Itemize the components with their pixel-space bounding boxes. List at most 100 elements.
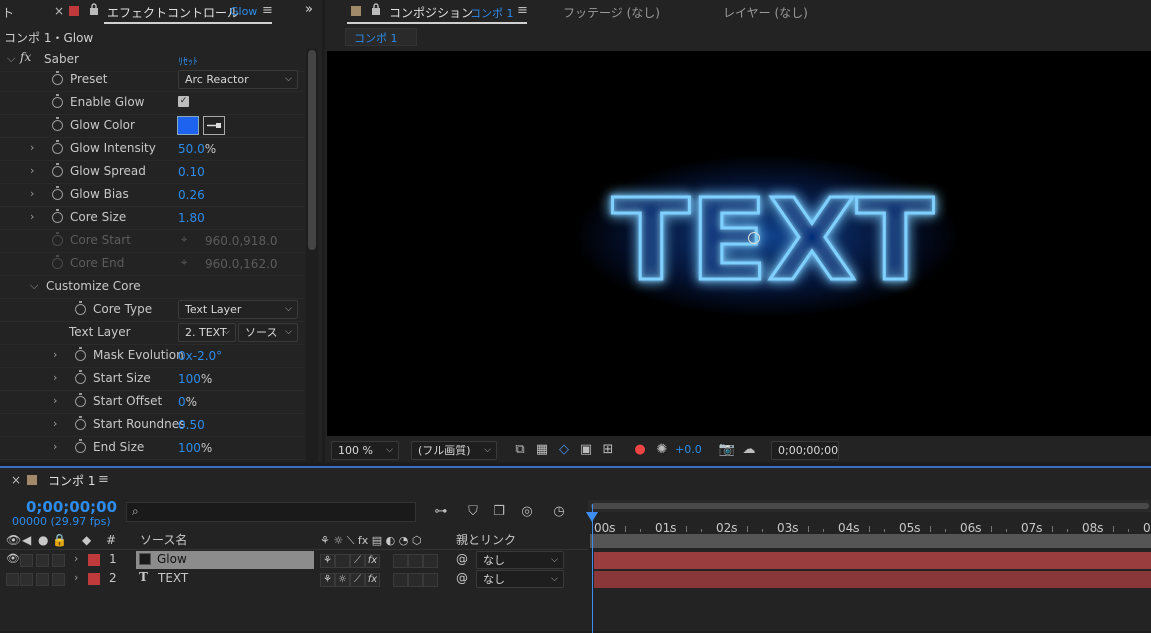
stopwatch-icon[interactable] [75,370,86,384]
stopwatch-icon[interactable] [52,186,63,200]
lock-toggle[interactable] [52,573,65,586]
timeline-tab-title[interactable]: コンポ 1 [48,472,95,489]
value-number[interactable]: 0x-2.0 [178,349,216,363]
visibility-toggle[interactable] [6,573,19,586]
parent-dropdown[interactable]: なし ⌵ [476,570,564,588]
chevron-right-icon[interactable]: › [74,552,78,565]
chevron-right-icon[interactable]: › [53,348,57,361]
layer-name-box[interactable]: Glow [136,551,314,569]
composition-viewer[interactable]: TEXT [327,51,1151,436]
zoom-dropdown[interactable]: 100 % ⌵ [331,441,399,460]
draft-3d-icon[interactable]: ⛉ [464,503,482,521]
anchor-point-icon[interactable] [748,232,760,244]
reset-link[interactable]: ﾘｾｯﾄ [178,53,198,68]
layer-tab[interactable]: レイヤー (なし) [723,4,808,21]
exposure-value[interactable]: +0.0 [675,443,702,456]
chevron-right-icon[interactable]: › [30,210,34,223]
stopwatch-icon[interactable] [52,163,63,177]
text-layer-dropdown[interactable]: 2. TEXT ⌵ [178,323,236,342]
lock-icon[interactable] [89,3,99,15]
layer-bar-1[interactable] [594,552,1151,569]
stopwatch-icon[interactable] [52,117,63,131]
chevron-right-icon[interactable]: › [53,417,57,430]
lock-toggle[interactable] [52,554,65,567]
lock-icon[interactable]: 🔒 [52,531,67,550]
lock-icon[interactable] [371,3,381,19]
chevron-right-icon[interactable]: › [74,571,78,584]
frame-blend-switch[interactable] [393,554,408,568]
effects-switch[interactable]: fx [365,573,380,587]
layer-label-color[interactable] [88,554,100,566]
stopwatch-icon[interactable] [75,416,86,430]
eyedropper-icon[interactable] [203,116,225,135]
eye-icon[interactable]: 👁 [6,531,21,550]
show-snapshot-icon[interactable]: ☁ [740,441,758,459]
core-size-value[interactable]: 1.80 [178,211,205,225]
adjustment-switch[interactable] [423,554,438,568]
core-type-dropdown[interactable]: Text Layer ⌵ [178,300,298,319]
shy-switch[interactable]: ⚘ [320,554,335,568]
mask-path-icon[interactable]: ◇ [555,441,573,459]
stopwatch-icon[interactable] [75,393,86,407]
value-number[interactable]: 0 [178,395,186,409]
motion-blur-icon[interactable]: ◷ [550,503,568,521]
work-area-strip[interactable] [590,534,1151,548]
glow-spread-value[interactable]: 0.10 [178,165,205,179]
resolution-dropdown[interactable]: (フル画質) ⌵ [411,441,497,460]
prev-tab-fragment[interactable]: ト [2,4,14,21]
close-icon[interactable]: × [11,473,21,487]
adjustment-switch[interactable] [423,573,438,587]
start-roundness-value[interactable]: 0.50 [178,418,205,432]
start-offset-value[interactable]: 0% [178,395,197,409]
solo-toggle[interactable] [36,554,49,567]
stopwatch-icon[interactable] [52,140,63,154]
stopwatch-icon[interactable] [52,94,63,108]
time-ruler[interactable]: 00s 01s 02s 03s 04s 05s 06s 07s 08s 09s [588,512,1151,535]
layer-row-1[interactable]: 👁 › 1 Glow ⚘ ⟋ fx @ なし ⌵ [0,551,588,569]
chevron-right-icon[interactable]: › [53,440,57,453]
region-of-interest-icon[interactable]: ▣ [577,441,595,459]
audio-toggle[interactable] [20,554,33,567]
motion-blur-switch[interactable] [408,554,423,568]
glow-bias-value[interactable]: 0.26 [178,188,205,202]
shy-switch[interactable]: ⚘ [320,573,335,587]
fast-previews-icon[interactable]: ⧉ [511,441,529,459]
layer-bar-2[interactable] [594,571,1151,588]
quality-switch[interactable]: ⟋ [350,554,365,568]
panel-menu-icon[interactable]: ≡ [98,472,109,487]
pickwhip-icon[interactable]: @ [456,552,468,566]
comp-subtab[interactable]: コンポ 1 [345,28,417,46]
effects-switch[interactable]: fx [365,554,380,568]
value-number[interactable]: 100 [178,372,201,386]
frame-blend-switch[interactable] [393,573,408,587]
collapse-switch[interactable] [335,554,350,568]
visibility-eye-icon[interactable]: 👁 [6,552,20,565]
stopwatch-icon[interactable] [75,301,86,315]
layer-row-2[interactable]: › 2 T TEXT ⚘ ☼ ⟋ fx @ なし ⌵ [0,570,588,588]
chevron-right-icon[interactable]: › [30,164,34,177]
group-row-customize-core[interactable]: ⌵ Customize Core [0,275,304,299]
mask-evolution-value[interactable]: 0x-2.0° [178,349,222,363]
label-tag-icon[interactable]: ◆ [82,531,91,550]
solo-icon[interactable]: ● [38,531,48,550]
col-parent-link[interactable]: 親とリンク [456,531,516,550]
chevron-right-icon[interactable]: › [53,371,57,384]
work-area-bar[interactable] [591,503,1149,509]
channel-icon[interactable]: ● [631,441,649,459]
camera-snapshot-icon[interactable]: 📷 [718,441,736,459]
parent-dropdown[interactable]: なし ⌵ [476,551,564,569]
stopwatch-icon[interactable] [52,71,63,85]
composition-tab-title[interactable]: コンポジション [389,4,473,21]
enable-glow-checkbox[interactable]: ✓ [178,96,189,107]
close-icon[interactable]: × [54,4,64,18]
effect-controls-tab-title[interactable]: エフェクトコントロール [107,4,239,21]
shy-layers-icon[interactable]: ❐ [490,503,508,521]
audio-toggle[interactable] [20,573,33,586]
timeline-timecode[interactable]: 0;00;00;00 [26,498,117,516]
glow-color-swatch[interactable] [177,116,199,135]
value-number[interactable]: 50.0 [178,142,205,156]
stopwatch-icon[interactable] [75,347,86,361]
scrollbar-thumb[interactable] [308,50,316,250]
chevron-down-icon[interactable]: ⌵ [30,279,38,293]
chevron-right-icon[interactable]: › [30,141,34,154]
